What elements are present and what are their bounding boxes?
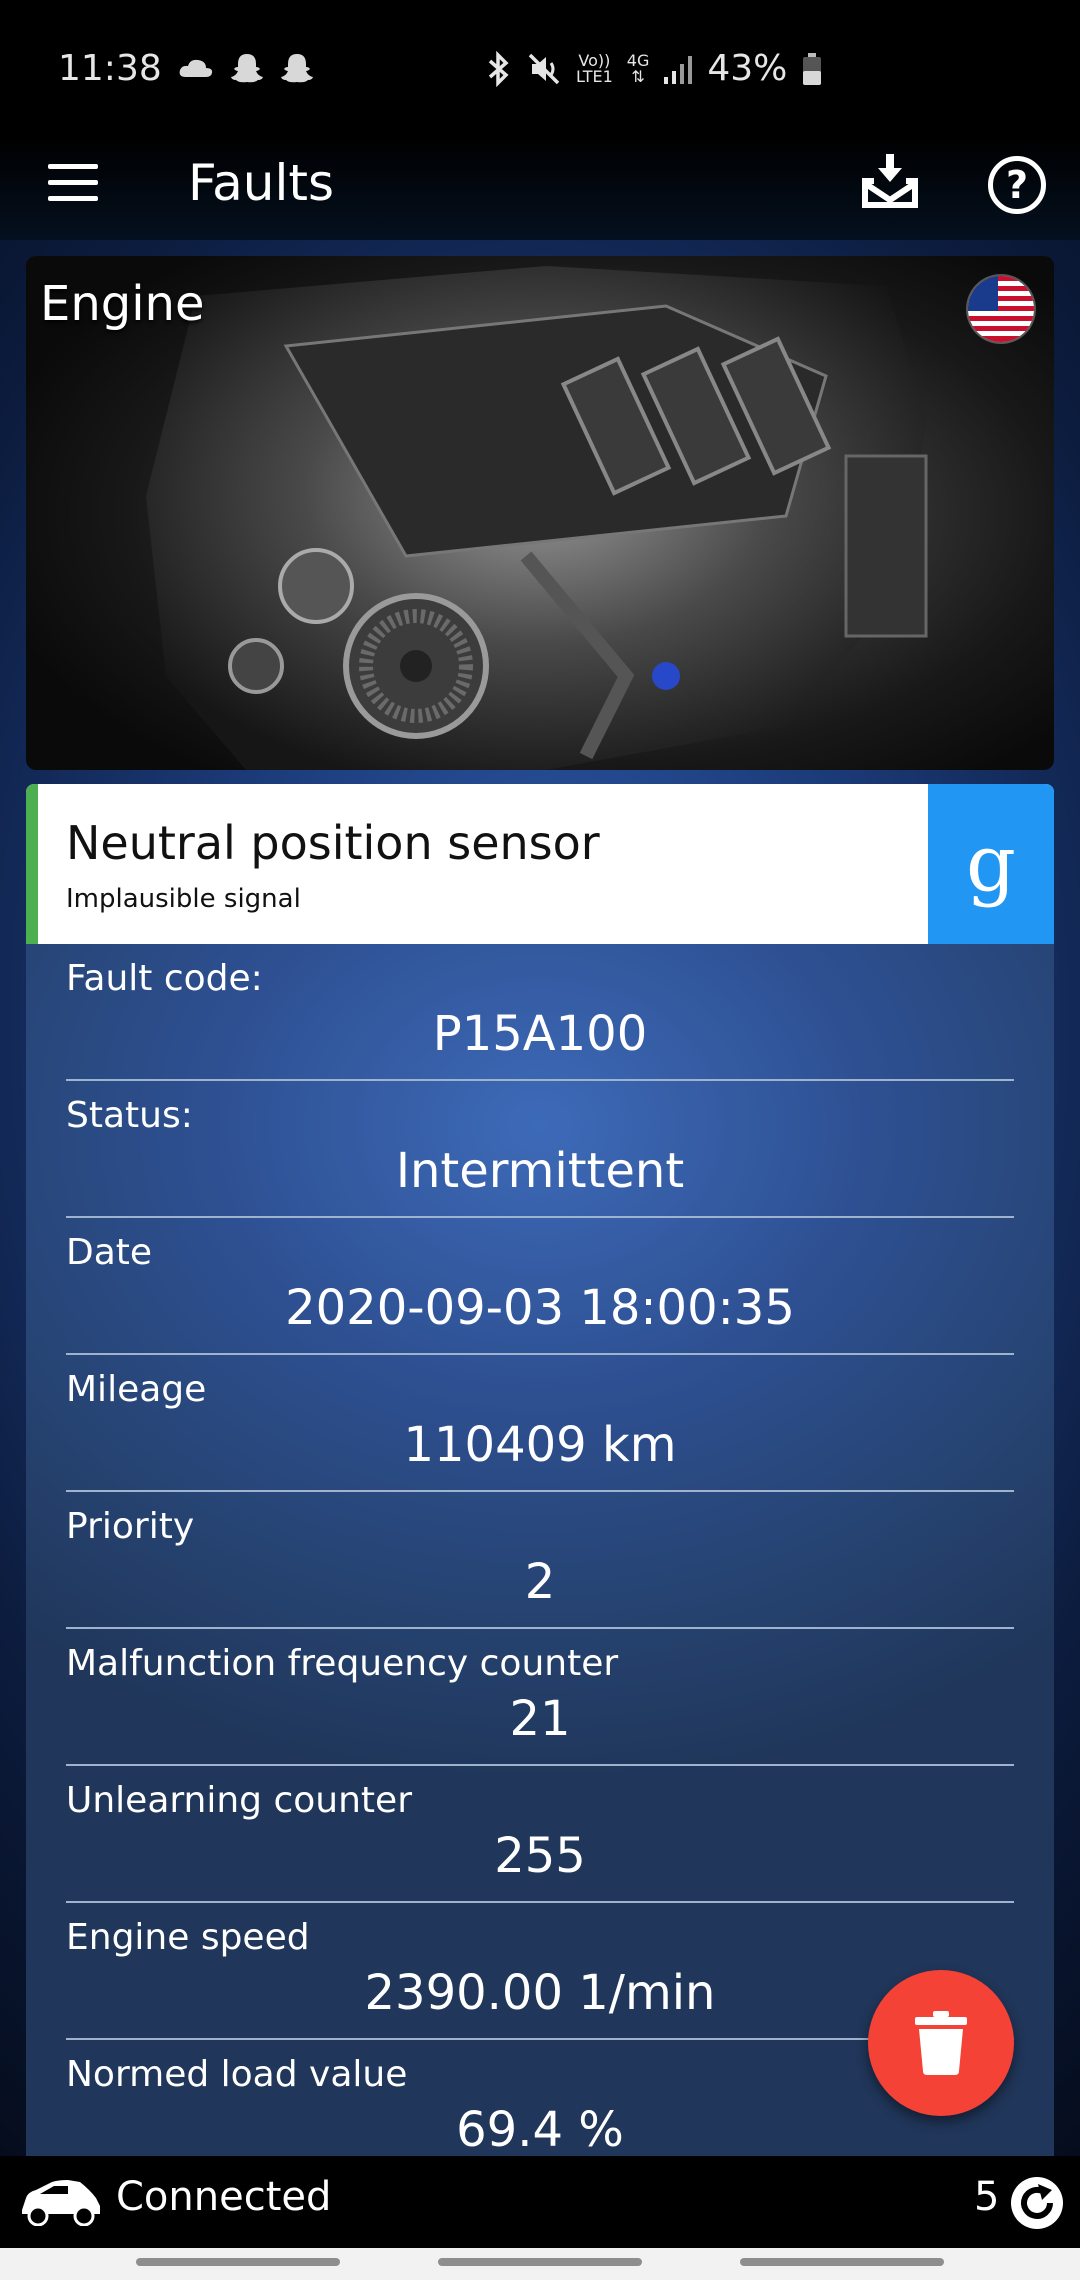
volte-indicator: Vo)) LTE1: [576, 52, 613, 86]
detail-label: Engine speed: [66, 1917, 310, 1958]
app-bar: Faults ?: [0, 136, 1080, 240]
battery-percent: 43%: [707, 48, 788, 89]
signal-icon: [664, 55, 693, 84]
google-icon: g: [966, 819, 1016, 909]
delete-fault-button[interactable]: [868, 1970, 1014, 2116]
detail-row-unlearning-counter: Unlearning counter 255: [66, 1766, 1014, 1903]
snapchat-icon: [230, 54, 263, 83]
fault-details: Fault code: P15A100 Status: Intermittent…: [26, 944, 1054, 2156]
status-time: 11:38: [58, 47, 162, 89]
fault-title: Neutral position sensor: [66, 816, 600, 870]
detail-label: Status:: [66, 1095, 193, 1136]
trash-icon: [915, 2011, 967, 2075]
detail-value: 2390.00 1/min: [364, 1965, 716, 2021]
detail-value: 2: [524, 1554, 556, 1610]
fault-count: 5: [974, 2174, 1000, 2220]
detail-row-fault-code: Fault code: P15A100: [66, 944, 1014, 1081]
status-bar: 11:38 Vo)) LTE1 4G ⇅ 43%: [0, 0, 1080, 136]
detail-row-priority: Priority 2: [66, 1492, 1014, 1629]
detail-value: 21: [509, 1691, 571, 1747]
help-icon[interactable]: ?: [988, 156, 1046, 214]
battery-icon: [803, 52, 822, 85]
detail-row-date: Date 2020-09-03 18:00:35: [66, 1218, 1014, 1355]
detail-label: Unlearning counter: [66, 1780, 412, 1821]
us-flag-icon[interactable]: [968, 276, 1034, 342]
connection-status: Connected: [116, 2174, 332, 2220]
nav-back-button[interactable]: [740, 2258, 944, 2266]
lte-text: LTE1: [576, 66, 613, 86]
engine-label: Engine: [40, 276, 205, 332]
snapchat-icon-2: [280, 54, 313, 83]
detail-row-frequency-counter: Malfunction frequency counter 21: [66, 1629, 1014, 1766]
connection-bar: Connected 5: [0, 2156, 1080, 2248]
detail-value: 110409 km: [403, 1417, 677, 1473]
detail-value: Intermittent: [395, 1143, 685, 1199]
detail-label: Mileage: [66, 1369, 207, 1410]
engine-image: [146, 266, 928, 770]
nav-recents-button[interactable]: [136, 2258, 340, 2266]
page-title: Faults: [188, 154, 335, 212]
nav-home-button[interactable]: [438, 2258, 642, 2266]
download-icon[interactable]: [858, 150, 922, 214]
cloud-icon: [179, 59, 212, 77]
detail-value: 255: [494, 1828, 586, 1884]
network-indicator: 4G ⇅: [627, 52, 650, 86]
data-arrows-icon: ⇅: [631, 66, 645, 86]
google-search-button[interactable]: g: [928, 784, 1054, 944]
menu-icon[interactable]: [48, 164, 98, 204]
detail-label: Normed load value: [66, 2054, 408, 2095]
status-right: Vo)) LTE1 4G ⇅ 43%: [486, 48, 823, 89]
fault-subtitle: Implausible signal: [66, 884, 301, 914]
detail-label: Fault code:: [66, 958, 263, 999]
fault-severity-stripe: [26, 784, 38, 944]
detail-label: Date: [66, 1232, 153, 1273]
car-icon: [22, 2180, 100, 2226]
detail-value: 69.4 %: [456, 2102, 624, 2156]
detail-row-status: Status: Intermittent: [66, 1081, 1014, 1218]
detail-label: Priority: [66, 1506, 195, 1547]
refresh-icon[interactable]: [1010, 2176, 1064, 2230]
engine-card[interactable]: Engine: [26, 256, 1054, 770]
fault-header[interactable]: Neutral position sensor Implausible sign…: [26, 784, 1054, 944]
detail-label: Malfunction frequency counter: [66, 1643, 619, 1684]
bluetooth-icon: [488, 50, 509, 87]
detail-value: 2020-09-03 18:00:35: [285, 1280, 795, 1336]
system-nav-bar: [0, 2248, 1080, 2280]
mute-icon: [528, 53, 560, 84]
status-left: 11:38: [58, 48, 314, 89]
detail-value: P15A100: [432, 1006, 648, 1062]
detail-row-mileage: Mileage 110409 km: [66, 1355, 1014, 1492]
